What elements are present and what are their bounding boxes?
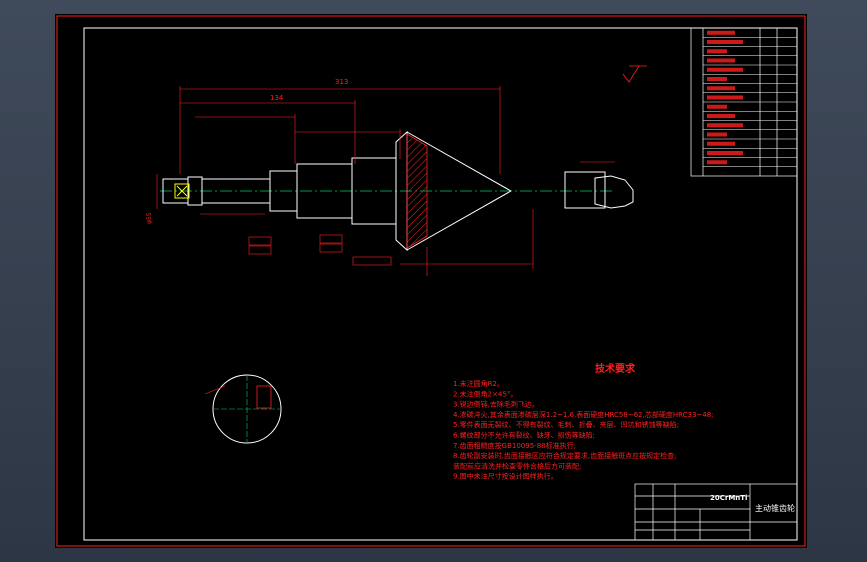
- tech-requirement-line: 9.图中未注尺寸按设计图样执行。: [453, 472, 558, 481]
- tech-requirement-line: 装配前应清洗并检查零件合格后方可装配;: [453, 461, 581, 470]
- outer-border: [56, 15, 806, 547]
- table-row-label-glyph: [707, 151, 743, 155]
- table-row-label-glyph: [707, 104, 727, 109]
- table-row-label-glyph: [707, 160, 727, 165]
- table-row-label-glyph: [707, 114, 735, 118]
- tech-requirement-line: 3.锐边倒钝,去除毛刺飞边。: [453, 400, 539, 409]
- table-row-label-glyph: [707, 58, 735, 63]
- gear-section-hatch: [406, 133, 428, 249]
- table-row-label-glyph: [707, 67, 743, 72]
- part-name-label: 主动锥齿轮: [755, 503, 795, 513]
- detail-view: [204, 374, 282, 444]
- table-row-label-glyph: [707, 30, 735, 35]
- material-label: 20CrMnTi: [710, 494, 747, 502]
- drawing-sheet: 313 134 φ55 技术要求 1.未注圆角R2。 2.未注倒角2×45°。 3.…: [55, 14, 807, 548]
- cad-drawing: 313 134 φ55 技术要求 1.未注圆角R2。2.未注倒角2×45°。 3.…: [56, 15, 806, 547]
- tech-requirement-line: 4.渗碳淬火,其余表面渗碳层深1.2~1.6,表面硬度HRC58~62,芯部硬度…: [453, 410, 714, 419]
- tech-requirements-title: 技术要求: [595, 362, 636, 375]
- inner-border: [83, 27, 798, 541]
- table-row-label-glyph: [707, 77, 727, 81]
- dimension-lines: [156, 86, 534, 276]
- left-length-dim: 134: [270, 94, 284, 102]
- tech-requirement-line: 2.未注倒角2×45°。: [453, 389, 517, 398]
- tech-requirements-list: 1.未注圆角R2。2.未注倒角2×45°。 3.锐边倒钝,去除毛刺飞边。4.渗碳淬…: [453, 379, 714, 481]
- table-row-label-glyph: [707, 123, 743, 128]
- tech-requirement-line: 1.未注圆角R2。: [453, 379, 504, 388]
- tech-requirement-line: 5.零件表面无裂纹、不得有裂纹、毛刺、折叠、夹层、凹坑和锈蚀等缺陷;: [453, 420, 679, 429]
- table-row-label-glyph: [707, 95, 743, 100]
- small-diameter-dim: φ55: [146, 212, 153, 224]
- overall-length-dim: 313: [335, 78, 348, 86]
- table-row-label-glyph: [707, 49, 727, 54]
- tech-requirement-line: 7.齿面粗糙度按GB10095-88标准执行;: [453, 441, 576, 450]
- tech-requirement-line: 6.螺纹部分不允许有裂纹、缺牙、损伤等缺陷;: [453, 431, 595, 440]
- roughness-symbol: [622, 65, 647, 83]
- table-row-label-glyph: [707, 86, 735, 91]
- table-row-label-glyph: [707, 132, 727, 137]
- spline-end-view: [564, 161, 634, 209]
- table-row-label-glyph: [707, 141, 735, 146]
- table-row-label-glyph: [707, 40, 743, 44]
- tech-requirement-line: 8.齿轮副安装时,齿面接触区应符合规定要求,齿面接触斑点应按规定检查;: [453, 451, 677, 460]
- table-rows: [703, 30, 797, 167]
